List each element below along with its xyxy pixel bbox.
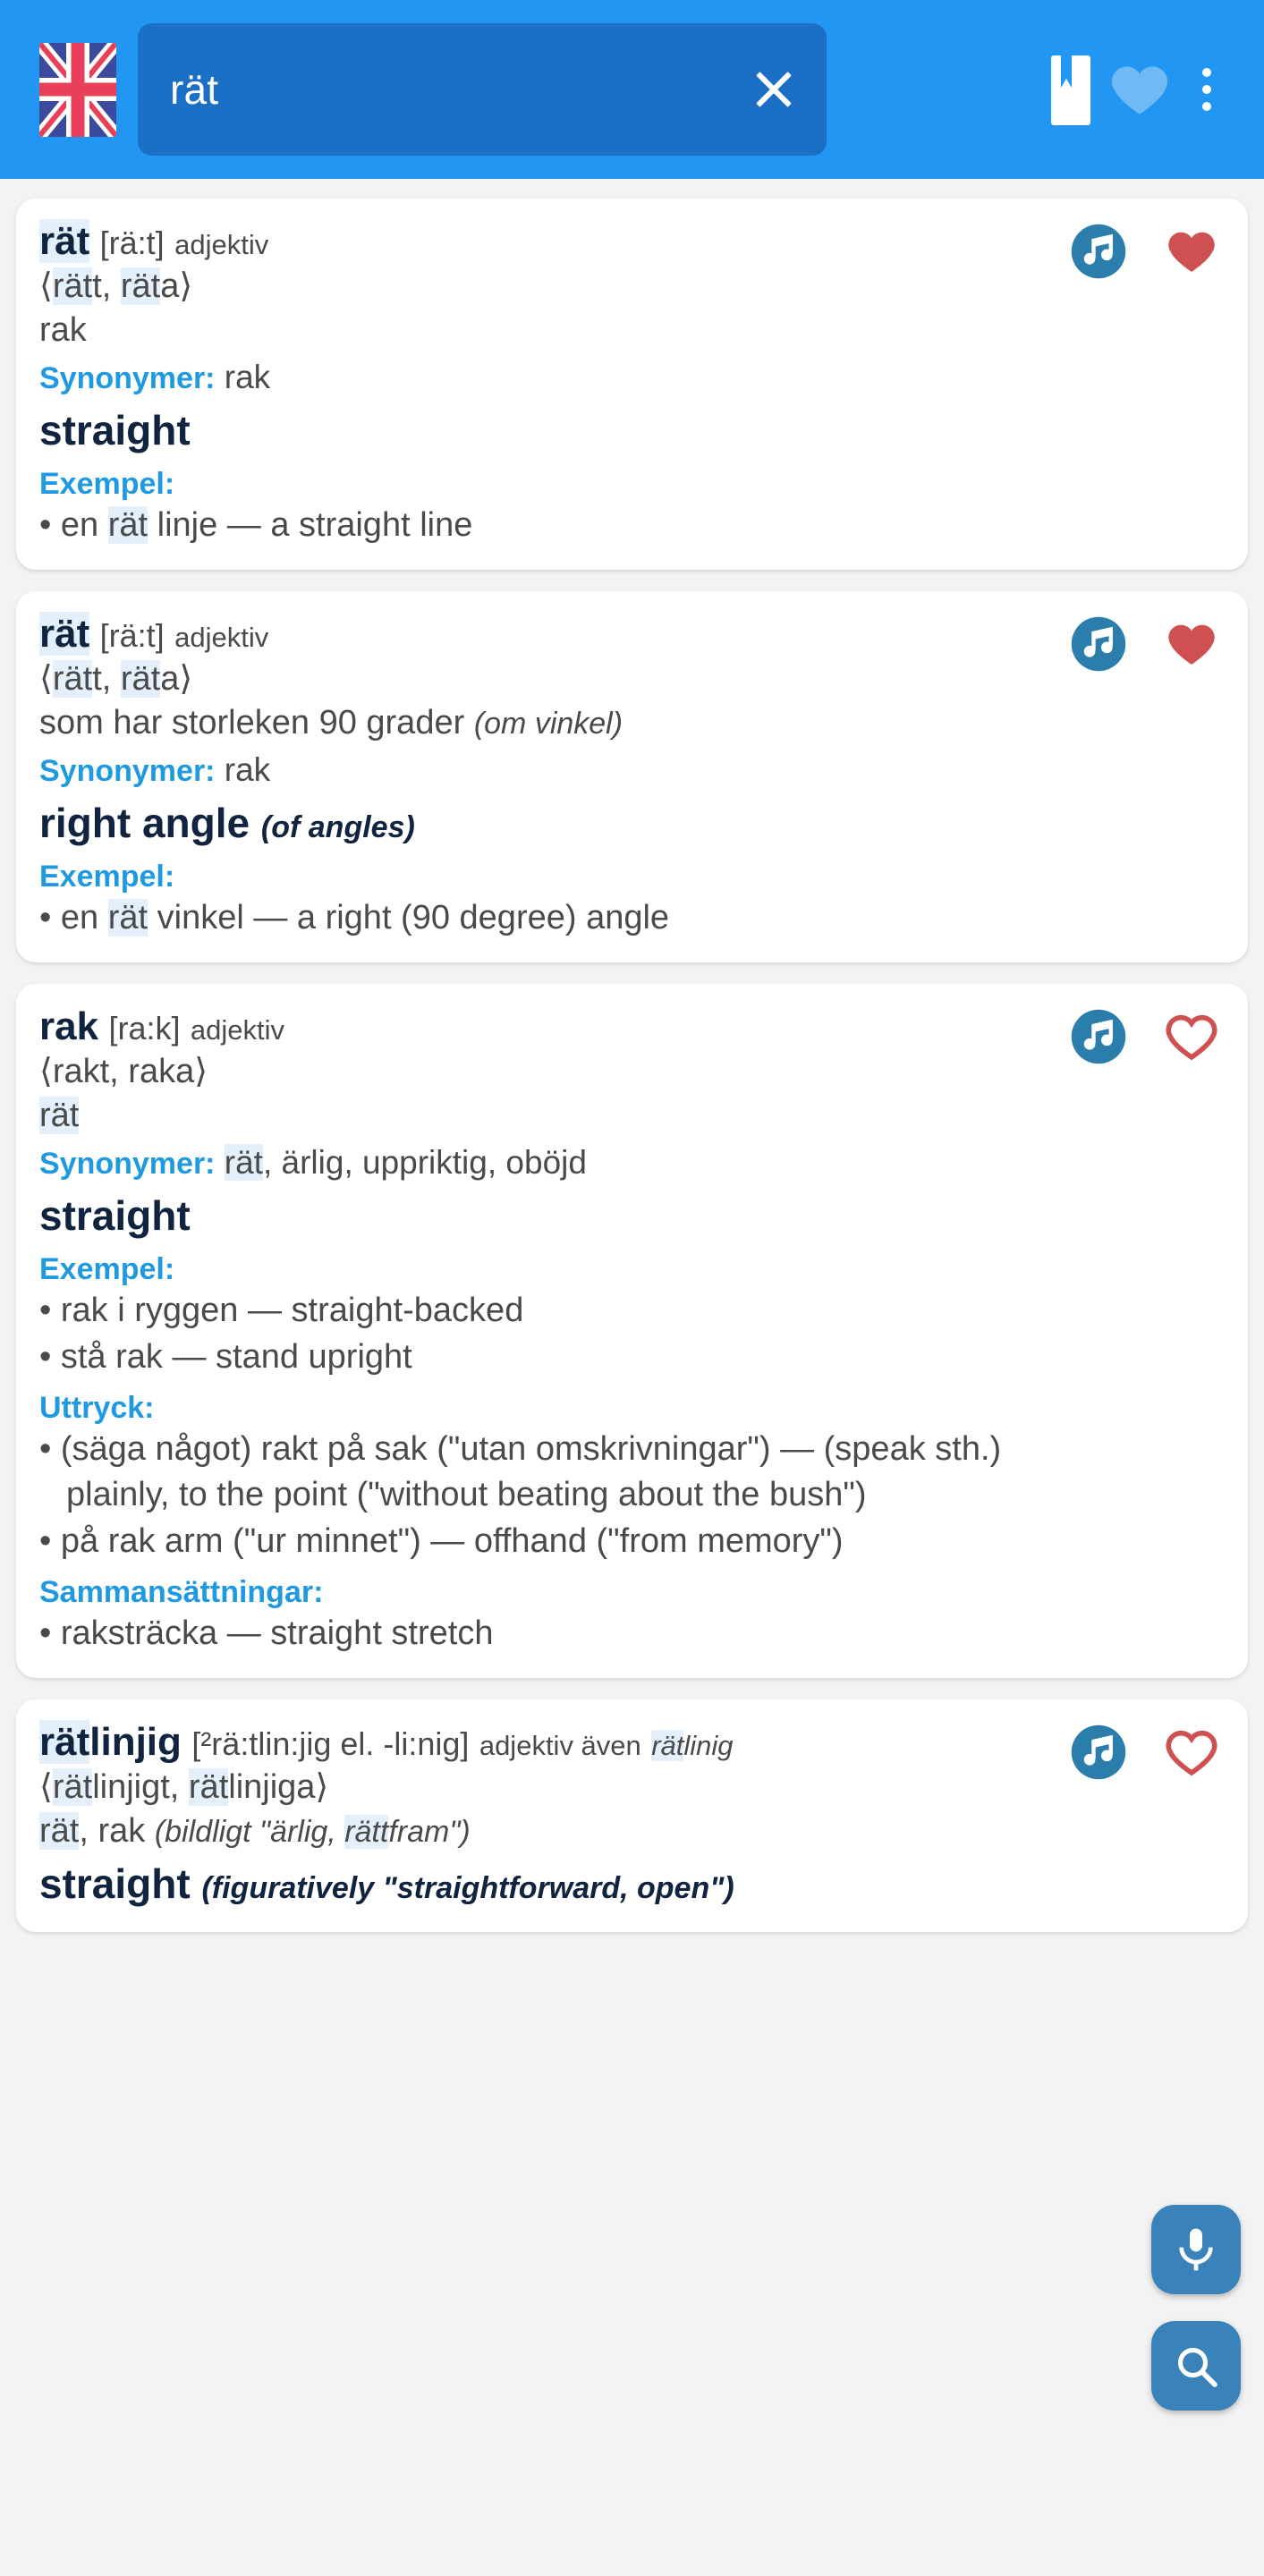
more-vertical-icon[interactable] [1182, 54, 1232, 125]
section-items: (säga något) rakt på sak ("utan omskrivn… [39, 1427, 1055, 1564]
list-item: på rak arm ("ur minnet") — offhand ("fro… [39, 1519, 1055, 1564]
part-of-speech: adjektiv även [479, 1729, 641, 1761]
uk-flag-icon[interactable] [39, 42, 116, 137]
search-icon [1177, 2347, 1217, 2387]
entry-card[interactable]: rät [rä:t] adjektiv ⟨rätt, räta⟩ rak Syn… [16, 199, 1248, 571]
entry-body: rak [ra:k] adjektiv ⟨rakt, raka⟩ rät Syn… [39, 1004, 1225, 1657]
section-label: Sammansättningar: [39, 1574, 324, 1609]
section-items: raksträcka — straight stretch [39, 1611, 1055, 1657]
entry-body: rätlinjig [²rä:tlin:jig el. -li:nig] adj… [39, 1719, 1225, 1911]
headword: rät [39, 219, 90, 263]
section-label: Exempel: [39, 1252, 175, 1287]
entry-section: Sammansättningar: raksträcka — straight … [39, 1575, 1055, 1657]
entry-headline: rätlinjig [²rä:tlin:jig el. -li:nig] adj… [39, 1719, 1055, 1766]
list-item: stå rak — stand upright [39, 1335, 1055, 1380]
audio-icon[interactable] [1069, 614, 1128, 674]
section-items: en rät linje — a straight line [39, 503, 1055, 548]
translation-note: (of angles) [260, 809, 415, 844]
synonyms-label: Synonymer: [39, 360, 216, 395]
heart-outline-icon[interactable] [1160, 1724, 1223, 1781]
microphone-fab[interactable] [1151, 2205, 1241, 2294]
inflected-forms: ⟨rätt, räta⟩ [39, 267, 193, 305]
entry-headline: rät [rä:t] adjektiv [39, 218, 1055, 265]
app-bar: rät [0, 0, 1264, 179]
translation: straight [39, 1191, 191, 1239]
bookmark-icon[interactable] [1044, 54, 1098, 125]
headword: rät [39, 612, 90, 657]
translation-note: (figuratively "straightforward, open") [201, 1871, 734, 1906]
part-of-speech: adjektiv [190, 1014, 285, 1046]
headword: rätlinjig [39, 1719, 182, 1764]
appbar-actions [1044, 54, 1232, 125]
entry-actions [1069, 614, 1223, 674]
list-item: rak i ryggen — straight-backed [39, 1288, 1055, 1334]
entry-actions [1069, 222, 1223, 281]
entry-section: Exempel: en rät linje — a straight line [39, 467, 1055, 548]
phonetic: [ra:k] [108, 1010, 181, 1047]
section-items: en rät vinkel — a right (90 degree) angl… [39, 895, 1055, 941]
part-of-speech: adjektiv [174, 622, 269, 654]
heart-filled-icon[interactable] [1160, 223, 1223, 280]
section-items: rak i ryggen — straight-backedstå rak — … [39, 1288, 1055, 1380]
entry-actions [1069, 1723, 1223, 1782]
synonyms-line: Synonymer: rak [39, 750, 271, 788]
alternate-form: rätlinig [651, 1729, 734, 1761]
results-list: rät [rä:t] adjektiv ⟨rätt, räta⟩ rak Syn… [0, 179, 1264, 1932]
section-label: Exempel: [39, 467, 175, 502]
entry-actions [1069, 1007, 1223, 1066]
entry-body: rät [rä:t] adjektiv ⟨rätt, räta⟩ rak Syn… [39, 218, 1225, 548]
entry-section: Exempel: rak i ryggen — straight-backeds… [39, 1252, 1055, 1380]
search-fab[interactable] [1151, 2321, 1241, 2411]
floating-actions [1151, 2205, 1241, 2411]
part-of-speech: adjektiv [174, 229, 269, 260]
translation: straight (figuratively "straightforward,… [39, 1860, 734, 1908]
section-label: Exempel: [39, 860, 175, 894]
phonetic: [rä:t] [99, 225, 165, 261]
entry-headline: rät [rä:t] adjektiv [39, 611, 1055, 657]
audio-icon[interactable] [1069, 222, 1128, 281]
list-item: (säga något) rakt på sak ("utan omskrivn… [39, 1427, 1055, 1518]
definition: som har storleken 90 grader (om vinkel) [39, 704, 624, 742]
definition: rät, rak (bildligt "ärlig, rättfram") [39, 1811, 471, 1850]
close-icon[interactable] [748, 64, 800, 115]
audio-icon[interactable] [1069, 1723, 1128, 1782]
section-label: Uttryck: [39, 1391, 155, 1425]
heart-outline-icon[interactable] [1160, 1008, 1223, 1065]
entry-card[interactable]: rak [ra:k] adjektiv ⟨rakt, raka⟩ rät Syn… [16, 984, 1248, 1678]
entry-section: Exempel: en rät vinkel — a right (90 deg… [39, 860, 1055, 941]
list-item: en rät linje — a straight line [39, 503, 1055, 548]
list-item: en rät vinkel — a right (90 degree) angl… [39, 895, 1055, 941]
heart-icon[interactable] [1107, 56, 1173, 123]
phonetic: [rä:t] [99, 617, 165, 655]
phonetic: [²rä:tlin:jig el. -li:nig] [191, 1724, 470, 1762]
heart-filled-icon[interactable] [1160, 615, 1223, 673]
synonyms-label: Synonymer: [39, 1146, 216, 1181]
entry-card[interactable]: rätlinjig [²rä:tlin:jig el. -li:nig] adj… [16, 1699, 1248, 1932]
headword: rak [39, 1004, 99, 1049]
inflected-forms: ⟨rakt, raka⟩ [39, 1052, 208, 1090]
entry-card[interactable]: rät [rä:t] adjektiv ⟨rätt, räta⟩ som har… [16, 591, 1248, 963]
definition: rak [39, 311, 87, 350]
synonyms-line: Synonymer: rak [39, 358, 271, 395]
definition: rät [39, 1097, 80, 1135]
translation: straight [39, 406, 191, 453]
search-field[interactable]: rät [138, 23, 827, 156]
entry-section: Uttryck: (säga något) rakt på sak ("utan… [39, 1391, 1055, 1564]
inflected-forms: ⟨rätlinjigt, rätlinjiga⟩ [39, 1767, 329, 1806]
inflected-forms: ⟨rätt, räta⟩ [39, 659, 193, 698]
synonyms-line: Synonymer: rät, ärlig, uppriktig, oböjd [39, 1143, 587, 1181]
audio-icon[interactable] [1069, 1007, 1128, 1066]
entry-body: rät [rä:t] adjektiv ⟨rätt, räta⟩ som har… [39, 611, 1225, 941]
translation: right angle (of angles) [39, 799, 415, 846]
search-input[interactable]: rät [170, 69, 748, 110]
entry-headline: rak [ra:k] adjektiv [39, 1004, 1055, 1050]
microphone-icon [1179, 2228, 1213, 2271]
list-item: raksträcka — straight stretch [39, 1611, 1055, 1657]
synonyms-label: Synonymer: [39, 753, 216, 788]
